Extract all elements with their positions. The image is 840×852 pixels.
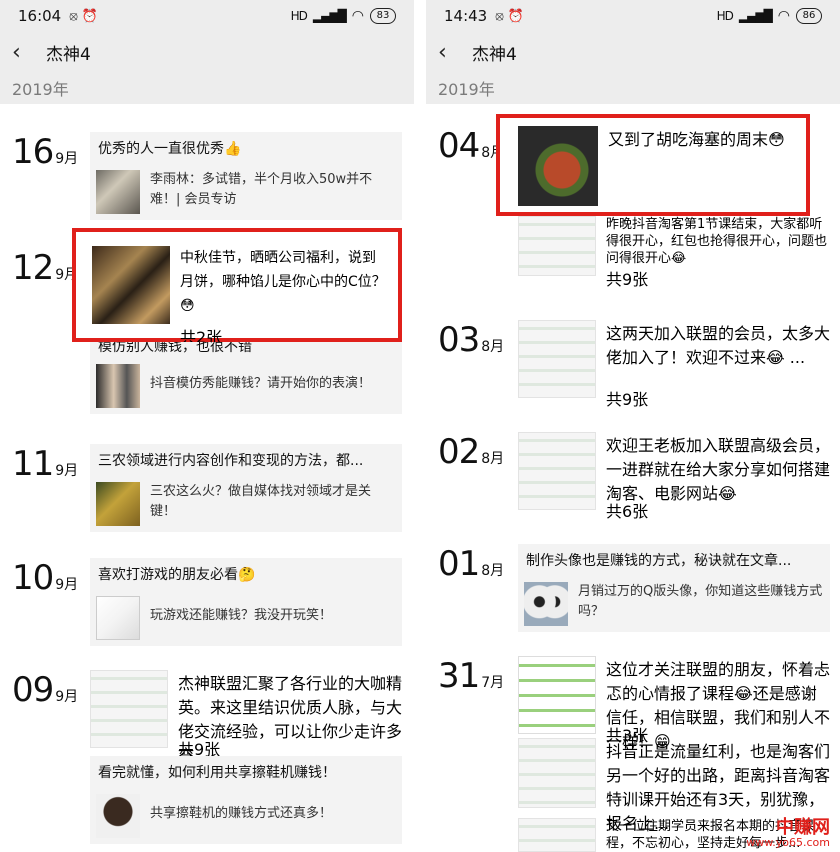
moment-post[interactable]: 中秋佳节，晒晒公司福利，说到月饼，哪种馅儿是你心中的C位？😳 共2张 bbox=[76, 232, 398, 348]
post-text: 又到了胡吃海塞的周末😳 bbox=[608, 130, 785, 149]
moment-post[interactable]: 抖音正是流量红利，也是淘客们另一个好的出路，距离抖音淘客特训课开始还有3天，别犹… bbox=[518, 738, 831, 833]
moment-post[interactable]: 又到了胡吃海塞的周末😳 bbox=[500, 118, 806, 206]
battery-icon: 83 bbox=[370, 8, 396, 24]
post-photo[interactable] bbox=[90, 670, 168, 748]
date-label: 10 9月 bbox=[12, 558, 79, 598]
alarm-icon: ⏰ bbox=[81, 8, 99, 24]
date-label: 12 9月 bbox=[12, 248, 79, 288]
page-title: 杰神4 bbox=[472, 44, 517, 65]
status-bar: 14:43 ⦻ ⏰ HD ▂▄▆█ ◠ 86 bbox=[426, 0, 840, 32]
moment-post[interactable]: 喜欢打游戏的朋友必看🤔 玩游戏还能赚钱？我没开玩笑！ bbox=[90, 558, 402, 646]
year-label: 2019年 bbox=[0, 72, 414, 104]
post-text: 抖音正是流量红利，也是淘客们另一个好的出路，距离抖音淘客特训课开始还有3天，别犹… bbox=[606, 742, 831, 833]
moment-post[interactable]: 昨晚抖音淘客第1节课结束，大家都听得很开心，红包也抢得很开心，问题也问得很开心😂… bbox=[518, 216, 830, 290]
date-label: 03 8月 bbox=[438, 320, 505, 360]
year-label: 2019年 bbox=[426, 72, 840, 104]
post-photo[interactable] bbox=[518, 656, 596, 734]
article-title: 玩游戏还能赚钱？我没开玩笑！ bbox=[150, 608, 333, 623]
moment-post[interactable]: 优秀的人一直很优秀👍 李雨林：多试错，半个月收入50w并不难！| 会员专访 bbox=[90, 132, 402, 220]
post-title: 看完就懂，如何利用共享擦鞋机赚钱！ bbox=[98, 765, 336, 781]
date-label: 01 8月 bbox=[438, 544, 505, 584]
status-time: 14:43 bbox=[444, 7, 488, 25]
shared-article[interactable]: 月销过万的Q版头像，你知道这些赚钱方式吗？ bbox=[518, 576, 830, 632]
moment-post[interactable]: 这两天加入联盟的会员，太多大佬加入了！欢迎不过来😂 ... 共9张 bbox=[518, 320, 830, 410]
article-title: 共享擦鞋机的赚钱方式还真多！ bbox=[150, 806, 333, 821]
moment-post[interactable]: 制作头像也是赚钱的方式，秘诀就在文章... 月销过万的Q版头像，你知道这些赚钱方… bbox=[518, 544, 830, 632]
post-text: 中秋佳节，晒晒公司福利，说到月饼，哪种馅儿是你心中的C位？😳 bbox=[180, 250, 386, 314]
network-label: HD bbox=[716, 9, 734, 23]
right-phone-screen: 14:43 ⦻ ⏰ HD ▂▄▆█ ◠ 86 ‹ 杰神4 2019年 04 8月 … bbox=[426, 0, 840, 852]
date-label: 16 9月 bbox=[12, 132, 79, 172]
post-photo[interactable] bbox=[518, 738, 596, 808]
post-text: 这两天加入联盟的会员，太多大佬加入了！欢迎不过来😂 ... bbox=[606, 324, 831, 367]
moment-post[interactable]: 看完就懂，如何利用共享擦鞋机赚钱！ 共享擦鞋机的赚钱方式还真多！ bbox=[90, 756, 402, 844]
post-text: 这位才关注联盟的朋友，怀着忐忑的心情报了课程😂还是感谢信任，相信联盟，我们和别人… bbox=[606, 660, 831, 751]
post-text: 欢迎王老板加入联盟高级会员，一进群就在给大家分享如何搭建淘客、电影网站😂 bbox=[606, 436, 831, 503]
network-label: HD bbox=[290, 9, 308, 23]
post-title: 模仿别人赚钱，也很不错 bbox=[98, 342, 252, 355]
shared-article[interactable]: 李雨林：多试错，半个月收入50w并不难！| 会员专访 bbox=[90, 164, 402, 220]
highlight-box: 又到了胡吃海塞的周末😳 bbox=[496, 114, 810, 216]
date-label: 11 9月 bbox=[12, 444, 79, 484]
post-photo[interactable] bbox=[518, 432, 596, 510]
article-title: 抖音模仿秀能赚钱？请开始你的表演！ bbox=[150, 376, 372, 391]
page-title: 杰神4 bbox=[46, 44, 91, 65]
back-icon[interactable]: ‹ bbox=[438, 40, 462, 65]
wifi-icon: ◠ bbox=[777, 8, 790, 24]
nav-bar: ‹ 杰神4 bbox=[426, 32, 840, 72]
signal-icon: ▂▄▆█ bbox=[738, 9, 773, 23]
post-title: 喜欢打游戏的朋友必看🤔 bbox=[98, 567, 256, 583]
post-photo[interactable] bbox=[518, 126, 598, 206]
post-photo[interactable] bbox=[92, 246, 170, 324]
post-photo[interactable] bbox=[518, 216, 596, 276]
mute-icon: ⦻ bbox=[495, 8, 504, 24]
moment-post[interactable]: 这位才关注联盟的朋友，怀着忐忑的心情报了课程😂还是感谢信任，相信联盟，我们和别人… bbox=[518, 656, 831, 751]
post-photo[interactable] bbox=[518, 818, 596, 852]
shared-article[interactable]: 抖音模仿秀能赚钱？请开始你的表演！ bbox=[90, 358, 402, 414]
article-title: 月销过万的Q版头像，你知道这些赚钱方式吗？ bbox=[578, 584, 823, 619]
left-phone-screen: 16:04 ⦻ ⏰ HD ▂▄▆█ ◠ 83 ‹ 杰神4 2019年 16 9月 … bbox=[0, 0, 414, 852]
highlight-box: 中秋佳节，晒晒公司福利，说到月饼，哪种馅儿是你心中的C位？😳 共2张 bbox=[72, 228, 402, 347]
post-title: 优秀的人一直很优秀👍 bbox=[98, 141, 242, 157]
date-label: 09 9月 bbox=[12, 670, 79, 710]
moment-post[interactable]: 杰神联盟汇聚了各行业的大咖精英。来这里结识优质人脉，与大佬交流经验，可以让你少走… bbox=[90, 670, 403, 765]
mute-icon: ⦻ bbox=[69, 8, 78, 24]
date-label: 02 8月 bbox=[438, 432, 505, 472]
shared-article[interactable]: 三农这么火？做自媒体找对领域才是关键！ bbox=[90, 476, 402, 532]
shared-article[interactable]: 玩游戏还能赚钱？我没开玩笑！ bbox=[90, 590, 402, 646]
status-time: 16:04 bbox=[18, 7, 62, 25]
post-title: 制作头像也是赚钱的方式，秘诀就在文章... bbox=[526, 553, 792, 569]
moment-post[interactable]: 模仿别人赚钱，也很不错 抖音模仿秀能赚钱？请开始你的表演！ bbox=[90, 342, 402, 414]
date-label: 04 8月 bbox=[438, 126, 505, 166]
moment-post[interactable]: 欢迎王老板加入联盟高级会员，一进群就在给大家分享如何搭建淘客、电影网站😂 共6张 bbox=[518, 432, 830, 522]
alarm-icon: ⏰ bbox=[507, 8, 525, 24]
wifi-icon: ◠ bbox=[351, 8, 364, 24]
article-thumbnail bbox=[96, 596, 140, 640]
shared-article[interactable]: 共享擦鞋机的赚钱方式还真多！ bbox=[90, 788, 402, 844]
article-thumbnail bbox=[96, 482, 140, 526]
nav-bar: ‹ 杰神4 bbox=[0, 32, 414, 72]
post-photo[interactable] bbox=[518, 320, 596, 398]
article-title: 李雨林：多试错，半个月收入50w并不难！| 会员专访 bbox=[150, 172, 373, 207]
article-thumbnail bbox=[524, 582, 568, 626]
watermark-logo: 中赚网 www.yo65.com bbox=[746, 817, 830, 849]
moment-post[interactable]: 三农领域进行内容创作和变现的方法，都... 三农这么火？做自媒体找对领域才是关键… bbox=[90, 444, 402, 532]
status-bar: 16:04 ⦻ ⏰ HD ▂▄▆█ ◠ 83 bbox=[0, 0, 414, 32]
article-thumbnail bbox=[96, 794, 140, 838]
battery-icon: 86 bbox=[796, 8, 822, 24]
article-thumbnail bbox=[96, 170, 140, 214]
article-title: 三农这么火？做自媒体找对领域才是关键！ bbox=[150, 484, 372, 519]
photo-count: 共9张 bbox=[606, 390, 649, 409]
post-title: 三农领域进行内容创作和变现的方法，都... bbox=[98, 453, 364, 469]
back-icon[interactable]: ‹ bbox=[12, 40, 36, 65]
photo-count: 共9张 bbox=[606, 270, 649, 289]
signal-icon: ▂▄▆█ bbox=[312, 9, 347, 23]
post-text: 昨晚抖音淘客第1节课结束，大家都听得很开心，红包也抢得很开心，问题也问得很开心😂 bbox=[606, 217, 828, 266]
date-label: 31 7月 bbox=[438, 656, 505, 696]
post-text: 杰神联盟汇聚了各行业的大咖精英。来这里结识优质人脉，与大佬交流经验，可以让你少走… bbox=[178, 674, 403, 765]
article-thumbnail bbox=[96, 364, 140, 408]
